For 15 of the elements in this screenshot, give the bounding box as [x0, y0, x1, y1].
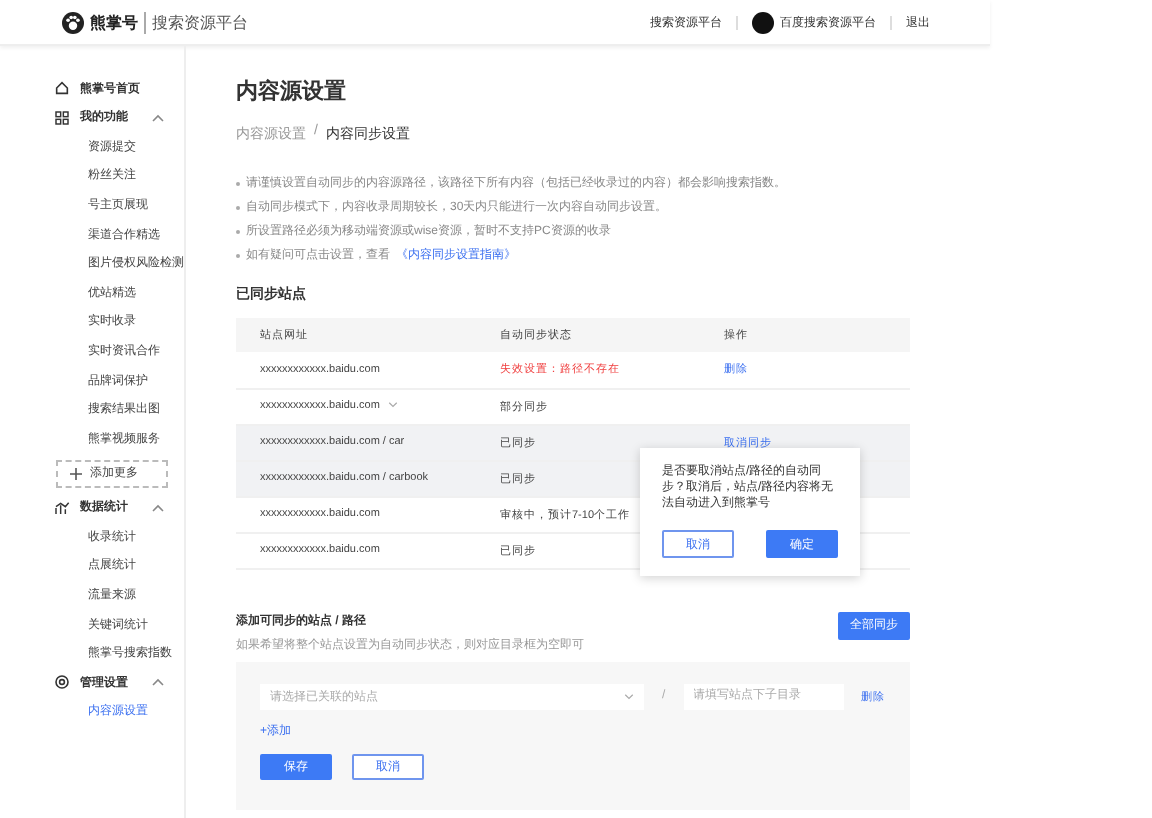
logo-text: 熊掌号	[90, 11, 138, 33]
page-title: 内容源设置	[236, 77, 348, 106]
chevron-icon[interactable]	[152, 113, 164, 122]
chevron-icon[interactable]	[152, 678, 164, 687]
home-icon	[54, 80, 70, 97]
plus-icon	[70, 467, 82, 480]
dropdown-icon[interactable]	[387, 402, 398, 408]
settings-icon	[54, 674, 70, 691]
chevron-icon[interactable]	[152, 503, 164, 512]
paw-logo-icon	[62, 11, 84, 33]
dropdown-icon[interactable]	[624, 693, 634, 699]
grid-icon	[54, 109, 70, 126]
platform-name: 搜索资源平台	[144, 11, 248, 33]
avatar-icon[interactable]	[752, 11, 774, 33]
chart-icon	[54, 499, 70, 516]
